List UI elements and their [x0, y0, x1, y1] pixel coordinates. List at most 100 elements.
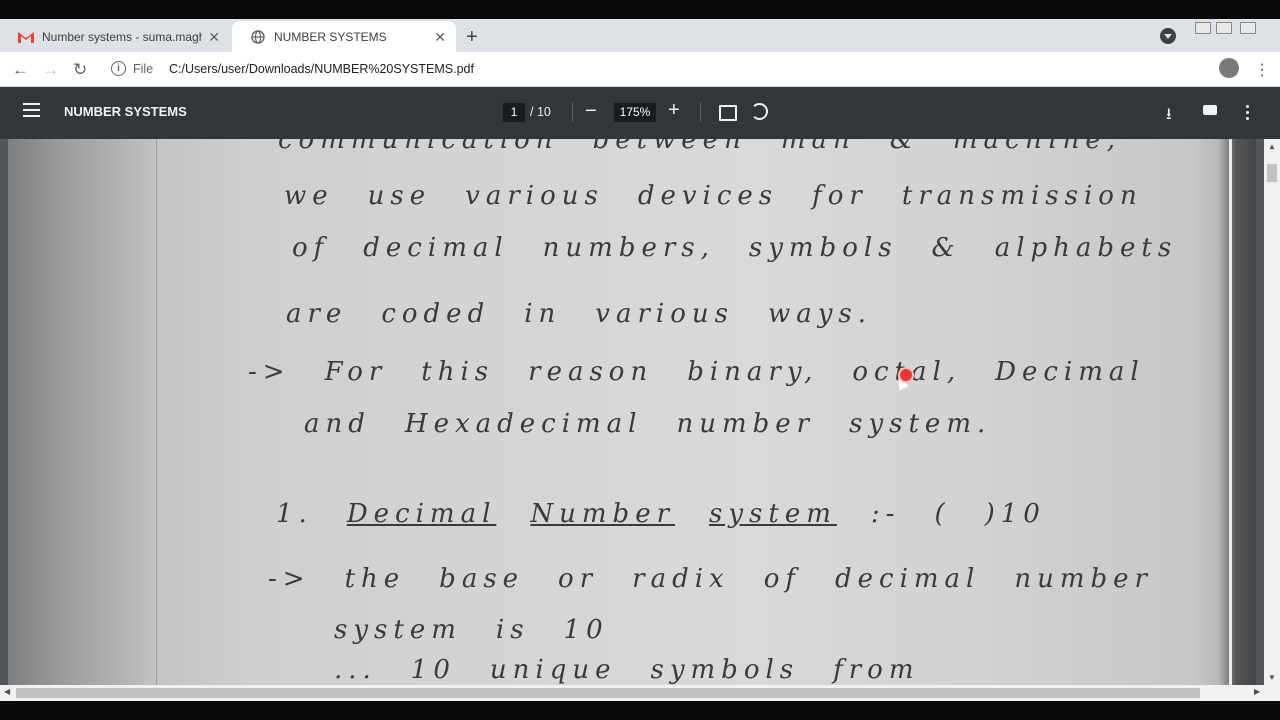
- handwritten-word: system: [709, 499, 837, 529]
- handwritten-line: we use various devices for transmission: [284, 181, 1177, 211]
- gmail-icon: [18, 29, 34, 45]
- restore-button[interactable]: [1216, 22, 1232, 34]
- tab-number-systems[interactable]: NUMBER SYSTEMS ✕: [232, 21, 456, 52]
- page-total: / 10: [530, 105, 551, 119]
- tab-search-icon[interactable]: [1160, 28, 1176, 44]
- vertical-scroll-thumb[interactable]: [1267, 164, 1277, 182]
- handwritten-word: :-: [870, 499, 901, 529]
- zoom-input[interactable]: 175%: [614, 103, 656, 122]
- handwritten-line: ... 10 unique symbols from: [334, 655, 953, 685]
- scroll-left-icon[interactable]: ◀: [4, 687, 10, 696]
- minimize-button[interactable]: [1195, 22, 1211, 34]
- scroll-up-icon[interactable]: ▲: [1268, 142, 1276, 151]
- handwritten-word: &: [931, 233, 961, 263]
- click-indicator-icon: [898, 367, 914, 383]
- menu-icon[interactable]: [23, 103, 40, 117]
- handwritten-word: various: [595, 299, 734, 329]
- avatar[interactable]: [1219, 58, 1239, 78]
- new-tab-button[interactable]: +: [466, 26, 478, 49]
- menu-dots-icon[interactable]: ⋮: [1254, 60, 1270, 80]
- zoom-out-button[interactable]: −: [585, 100, 597, 123]
- handwritten-word: binary,: [687, 357, 819, 387]
- screen-top-bar: [0, 0, 1280, 19]
- handwritten-word: transmission: [901, 181, 1143, 211]
- handwritten-word: and: [304, 409, 371, 439]
- pdf-viewer[interactable]: communication between man & machine, we use var…: [0, 139, 1264, 685]
- more-options-icon[interactable]: [1246, 105, 1249, 123]
- handwritten-word: ->: [248, 357, 291, 387]
- rotate-icon[interactable]: [751, 103, 768, 120]
- handwritten-word: radix: [632, 564, 730, 594]
- handwritten-word: from: [833, 655, 920, 685]
- close-window-button[interactable]: [1240, 22, 1256, 34]
- close-tab-icon[interactable]: ✕: [434, 29, 446, 46]
- vertical-scrollbar[interactable]: [1264, 139, 1280, 685]
- handwritten-word: number: [676, 409, 816, 439]
- forward-icon[interactable]: →: [42, 60, 59, 80]
- handwritten-word: of: [292, 233, 330, 263]
- print-icon[interactable]: [1203, 105, 1217, 115]
- handwritten-word: system.: [849, 409, 992, 439]
- download-icon[interactable]: ⭳: [1166, 103, 1172, 130]
- handwritten-word: )10: [984, 499, 1046, 529]
- handwritten-line: communication between man & machine,: [278, 139, 1155, 155]
- handwritten-word: ...: [334, 655, 377, 685]
- handwritten-word: reason: [528, 357, 654, 387]
- handwritten-word: system: [334, 615, 462, 645]
- handwritten-word: Hexadecimal: [404, 409, 643, 439]
- page-edge: [156, 139, 157, 685]
- handwritten-word: or: [558, 564, 599, 594]
- handwritten-word: symbols: [748, 233, 898, 263]
- handwritten-line: -> the base or radix of decimal number: [268, 564, 1187, 594]
- reload-icon[interactable]: ↻: [73, 60, 87, 80]
- scroll-down-icon[interactable]: ▼: [1268, 673, 1276, 682]
- scheme-label: File: [133, 62, 154, 76]
- handwritten-word: decimal: [834, 564, 981, 594]
- handwritten-line: system is 10: [334, 615, 643, 645]
- handwritten-line: and Hexadecimal number system.: [304, 409, 1025, 439]
- handwritten-word: of: [763, 564, 801, 594]
- handwritten-word: numbers,: [542, 233, 715, 263]
- zoom-in-button[interactable]: +: [668, 99, 680, 122]
- handwritten-word: For: [324, 357, 388, 387]
- screen-bottom-bar: [0, 701, 1280, 720]
- handwritten-word: 1.: [276, 499, 313, 529]
- horizontal-scroll-thumb[interactable]: [16, 688, 1200, 698]
- close-tab-icon[interactable]: ✕: [208, 29, 220, 46]
- handwritten-word: &: [889, 139, 919, 155]
- handwritten-word: is: [495, 615, 530, 645]
- page-edge: [1229, 139, 1232, 685]
- handwritten-word: between: [592, 139, 747, 155]
- back-icon[interactable]: ←: [12, 60, 29, 80]
- handwritten-word: machine,: [952, 139, 1122, 155]
- handwritten-line: 1. Decimal Number system:- ()10: [276, 499, 1080, 529]
- handwritten-word: Decimal: [995, 357, 1145, 387]
- tab-title: NUMBER SYSTEMS: [274, 29, 387, 44]
- handwritten-line: of decimal numbers, symbols & alphabets: [292, 233, 1211, 263]
- divider: [572, 102, 573, 122]
- handwritten-word: various: [465, 181, 604, 211]
- handwritten-line: are coded in various ways.: [286, 299, 906, 329]
- pdf-title: NUMBER SYSTEMS: [64, 104, 187, 119]
- handwritten-word: coded: [381, 299, 491, 329]
- handwritten-word: 10: [410, 655, 456, 685]
- handwritten-word: this: [421, 357, 495, 387]
- handwritten-word: 10: [563, 615, 609, 645]
- handwritten-word: unique: [489, 655, 617, 685]
- url-text[interactable]: C:/Users/user/Downloads/NUMBER%20SYSTEMS…: [169, 62, 474, 76]
- scroll-right-icon[interactable]: ▶: [1254, 687, 1260, 696]
- handwritten-word: we: [284, 181, 334, 211]
- info-icon[interactable]: i: [111, 61, 126, 76]
- handwritten-word: base: [439, 564, 525, 594]
- handwritten-word: for: [812, 181, 868, 211]
- handwritten-word: ->: [268, 564, 311, 594]
- tab-gmail[interactable]: Number systems - suma.maghan ✕: [0, 21, 230, 52]
- handwritten-word: man: [780, 139, 856, 155]
- handwritten-word: decimal: [363, 233, 509, 263]
- tab-strip: Number systems - suma.maghan ✕ NUMBER SY…: [0, 19, 1280, 52]
- page-number-input[interactable]: 1: [503, 103, 525, 122]
- divider: [700, 102, 701, 122]
- fit-to-page-icon[interactable]: [719, 105, 737, 121]
- handwritten-word: symbols: [650, 655, 800, 685]
- handwritten-word: are: [286, 299, 348, 329]
